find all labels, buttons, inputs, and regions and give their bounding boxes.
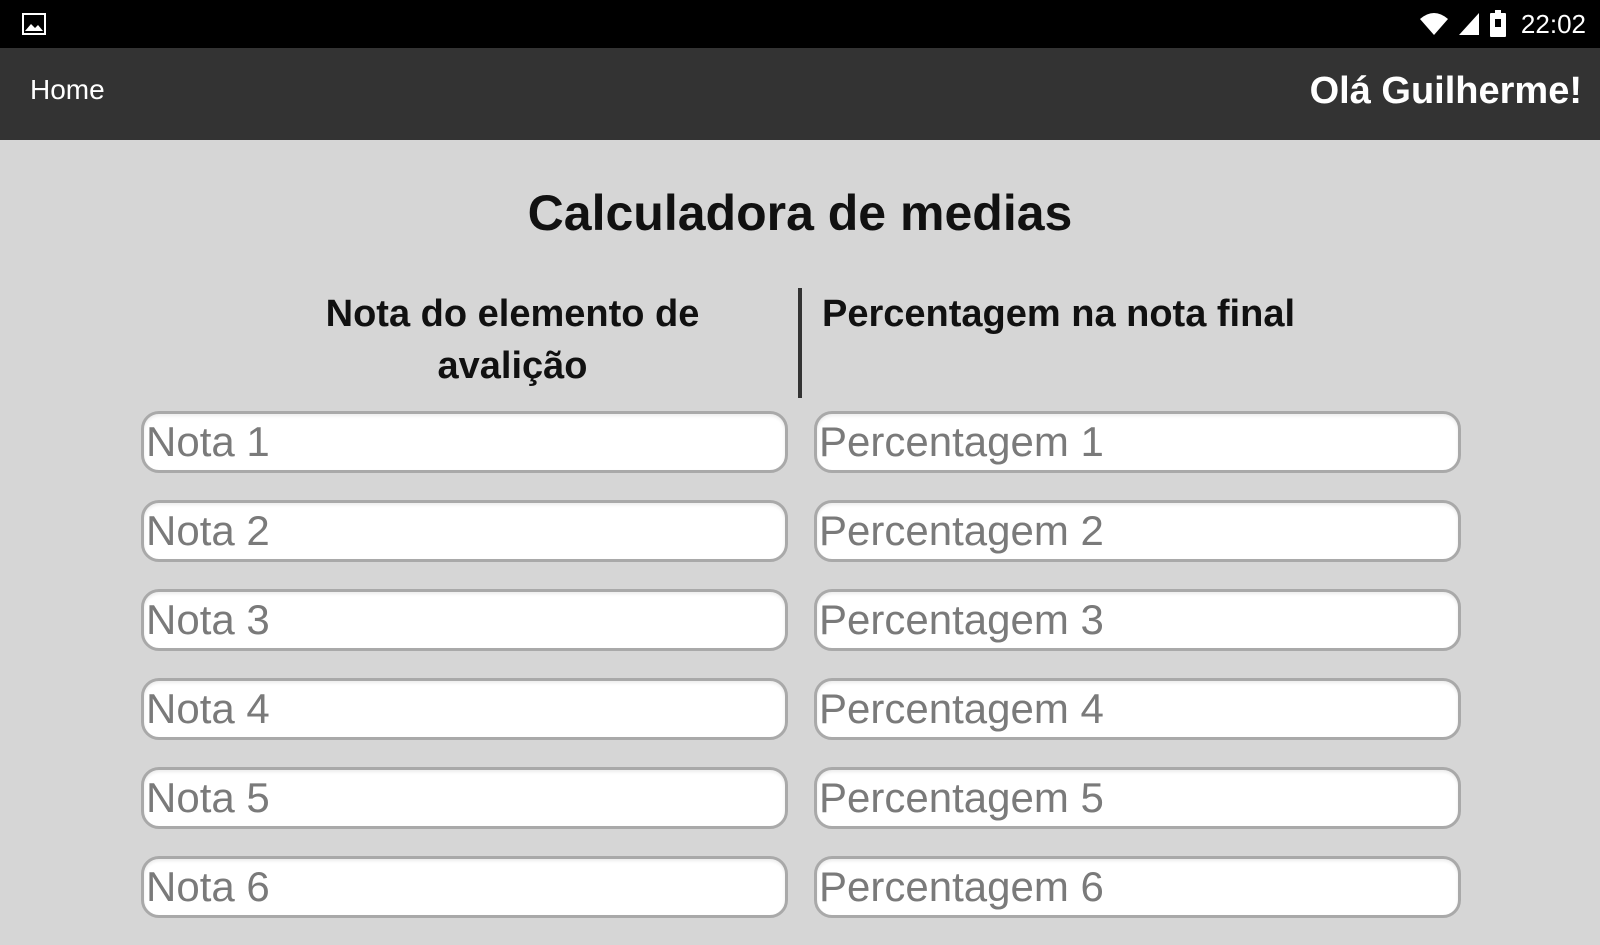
nota-2-input[interactable] — [144, 503, 785, 559]
grade-row — [141, 500, 1461, 589]
nota-3-input[interactable] — [144, 592, 785, 648]
percentagem-2-input[interactable] — [817, 503, 1458, 559]
nota-field-container — [141, 767, 788, 829]
main-content: Calculadora de medias Nota do elemento d… — [0, 140, 1600, 918]
column-header-percentagem: Percentagem na nota final — [822, 293, 1296, 335]
percentagem-field-container — [814, 411, 1461, 473]
percentagem-field-container — [814, 856, 1461, 918]
nota-1-input[interactable] — [144, 414, 785, 470]
percentagem-4-input[interactable] — [817, 681, 1458, 737]
battery-icon — [1489, 10, 1506, 37]
nota-field-container — [141, 856, 788, 918]
nota-field-container — [141, 411, 788, 473]
signal-icon — [1458, 13, 1479, 35]
column-divider — [798, 288, 802, 398]
nota-6-input[interactable] — [144, 859, 785, 915]
percentagem-field-container — [814, 589, 1461, 651]
status-bar: 22:02 — [0, 0, 1600, 48]
percentagem-field-container — [814, 767, 1461, 829]
nota-field-container — [141, 678, 788, 740]
nota-5-input[interactable] — [144, 770, 785, 826]
percentagem-3-input[interactable] — [817, 592, 1458, 648]
percentagem-1-input[interactable] — [817, 414, 1458, 470]
nota-field-container — [141, 500, 788, 562]
app-bar: Home Olá Guilherme! — [0, 48, 1600, 140]
grade-row — [141, 589, 1461, 678]
grade-row — [141, 678, 1461, 767]
percentagem-field-container — [814, 678, 1461, 740]
home-link[interactable]: Home — [30, 74, 105, 106]
image-icon — [22, 13, 46, 35]
grade-rows — [141, 411, 1461, 945]
nota-4-input[interactable] — [144, 681, 785, 737]
percentagem-5-input[interactable] — [817, 770, 1458, 826]
grade-row — [141, 856, 1461, 945]
wifi-icon — [1419, 13, 1448, 35]
percentagem-field-container — [814, 500, 1461, 562]
grade-row — [141, 411, 1461, 500]
status-icons: 22:02 — [1419, 0, 1586, 48]
percentagem-6-input[interactable] — [817, 859, 1458, 915]
page-title: Calculadora de medias — [527, 185, 1073, 241]
status-clock: 22:02 — [1520, 8, 1586, 39]
greeting-text: Olá Guilherme! — [1309, 70, 1582, 112]
grade-row — [141, 767, 1461, 856]
column-header-nota: Nota do elemento de avalição — [325, 293, 700, 387]
nota-field-container — [141, 589, 788, 651]
